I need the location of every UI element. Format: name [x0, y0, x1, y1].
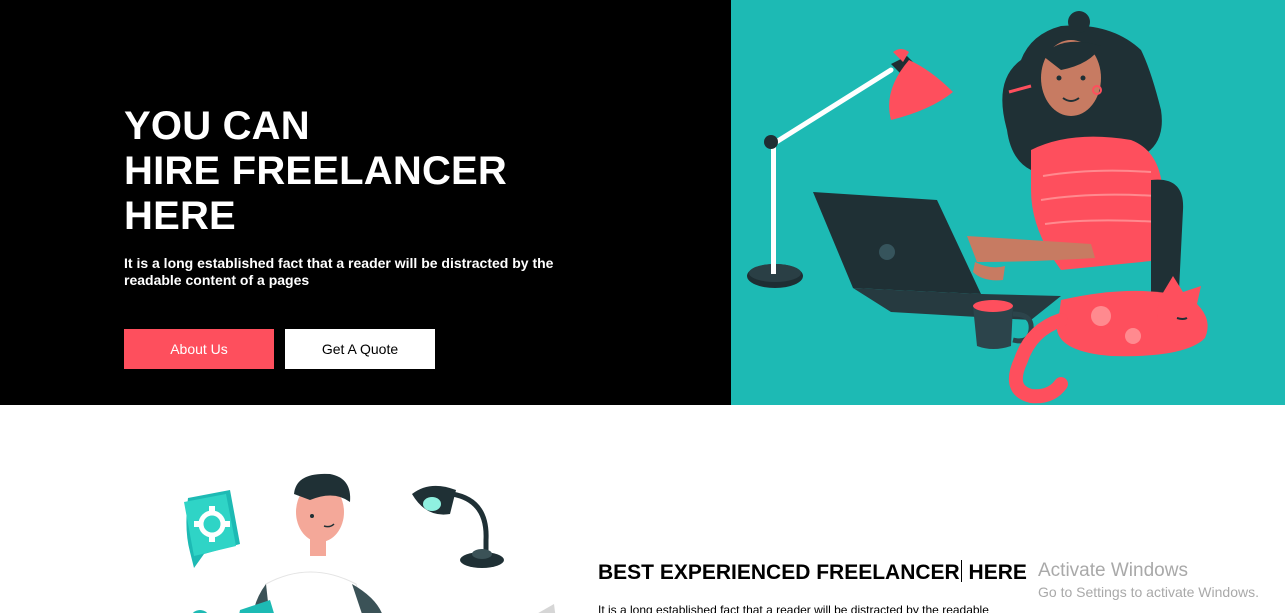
section-description: It is a long established fact that a rea… [598, 603, 989, 613]
section-title: BEST EXPERIENCED FREELANCER HERE [598, 560, 1027, 585]
best-freelancer-section: BEST EXPERIENCED FREELANCER HERE It is a… [0, 405, 1285, 613]
hero-section: YOU CAN HIRE FREELANCER HERE It is a lon… [0, 0, 1285, 405]
settings-bubble-icon [184, 490, 240, 568]
hero-text-panel: YOU CAN HIRE FREELANCER HERE It is a lon… [0, 0, 731, 405]
about-us-button[interactable]: About Us [124, 329, 274, 369]
hero-title-line-3: HERE [124, 194, 236, 238]
get-a-quote-button[interactable]: Get A Quote [285, 329, 435, 369]
hero-title-line-2: HIRE FREELANCER [124, 149, 508, 193]
hero-illustration-panel [731, 0, 1285, 405]
hero-title: YOU CAN HIRE FREELANCER HERE [124, 104, 507, 239]
section-title-main: BEST EXPERIENCED FREELANCER [598, 561, 960, 584]
lamp-icon [412, 485, 504, 568]
developer-illustration [184, 473, 556, 613]
freelancer-at-laptop-illustration [747, 11, 1208, 404]
hero-description: It is a long established fact that a rea… [124, 255, 554, 288]
hero-title-line-1: YOU CAN [124, 104, 310, 148]
text-caret [960, 560, 962, 582]
section-title-end: HERE [962, 561, 1027, 584]
